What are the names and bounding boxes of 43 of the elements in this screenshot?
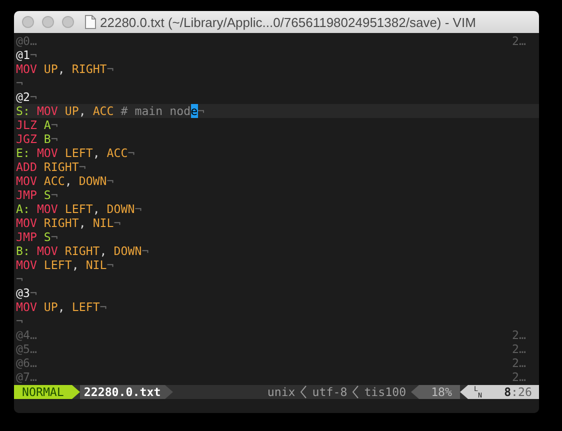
- chevron-icon: [352, 385, 360, 399]
- code-line: JMP S¬: [15, 230, 59, 244]
- minimize-button[interactable]: [42, 16, 54, 28]
- code-line: MOV RIGHT, NIL¬: [15, 216, 122, 230]
- window-title: 22280.0.txt (~/Library/Applic...0/76561198024951382/save) - VIM: [100, 14, 476, 30]
- fold-line-count: 2…: [512, 34, 526, 48]
- file-type: tis100: [363, 385, 408, 399]
- document-icon: [85, 15, 96, 29]
- code-line: JMP S¬: [15, 188, 59, 202]
- code-line: A: MOV LEFT, DOWN¬: [15, 202, 143, 216]
- separator-arrow-icon: [164, 385, 173, 399]
- file-encoding: utf-8: [311, 385, 348, 399]
- code-line: E: MOV LEFT, ACC¬: [15, 146, 136, 160]
- cursor-position: 8:26: [504, 385, 532, 399]
- code-line: B: MOV RIGHT, DOWN¬: [15, 244, 150, 258]
- end-of-line-marker: ¬: [16, 76, 23, 90]
- zoom-button[interactable]: [62, 16, 74, 28]
- end-of-line-marker: ¬: [16, 314, 23, 328]
- fold-line-count: 2…: [512, 370, 526, 384]
- code-line: MOV LEFT, NIL¬: [15, 258, 115, 272]
- code-line: JLZ A¬: [15, 118, 59, 132]
- code-line: ADD RIGHT¬: [15, 160, 87, 174]
- code-line: MOV UP, LEFT¬: [15, 300, 108, 314]
- code-line: MOV UP, RIGHT¬: [15, 62, 115, 76]
- code-line: JGZ B¬: [15, 132, 59, 146]
- folded-section[interactable]: @6…: [16, 356, 37, 370]
- node-header: @1¬: [16, 48, 37, 62]
- fold-line-count: 2…: [512, 342, 526, 356]
- folded-section[interactable]: @5…: [16, 342, 37, 356]
- close-button[interactable]: [22, 16, 34, 28]
- file-format: unix: [266, 385, 296, 399]
- end-of-line-marker: ¬: [16, 272, 23, 286]
- separator-arrow-icon: [411, 385, 420, 399]
- chevron-icon: [300, 385, 308, 399]
- node-header: @2¬: [16, 90, 37, 104]
- separator-arrow-icon: [72, 385, 80, 399]
- node-header: @3¬: [16, 286, 37, 300]
- folded-section[interactable]: @4…: [16, 328, 37, 342]
- folded-section[interactable]: @7…: [16, 370, 37, 384]
- code-line: MOV ACC, DOWN¬: [15, 174, 115, 188]
- fold-line-count: 2…: [512, 328, 526, 342]
- folded-section[interactable]: @0…: [16, 34, 37, 48]
- fold-line-count: 2…: [512, 356, 526, 370]
